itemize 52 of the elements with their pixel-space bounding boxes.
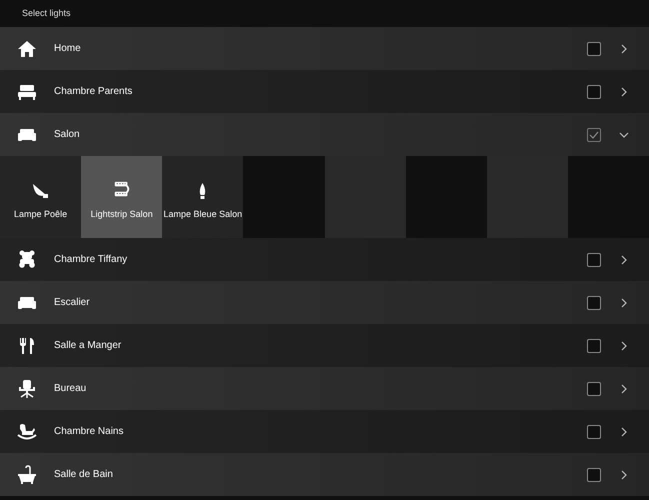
light-tile[interactable]: Lampe Bleue Salon [162, 156, 244, 238]
room-name: Chambre Parents [54, 85, 134, 99]
chevron-right-icon[interactable] [619, 426, 629, 436]
rocking-horse-icon [17, 422, 37, 442]
checkbox[interactable] [587, 468, 601, 482]
chevron-right-icon[interactable] [619, 298, 629, 308]
room-name: Home [54, 42, 82, 56]
chevron-right-icon[interactable] [619, 384, 629, 394]
chevron-right-icon[interactable] [619, 86, 629, 96]
checkbox[interactable] [587, 382, 601, 396]
light-tile[interactable]: Lampe Poêle [0, 156, 82, 238]
chevron-right-icon[interactable] [619, 340, 629, 350]
checkbox[interactable] [587, 128, 601, 142]
page-title: Select lights [22, 6, 71, 20]
checkbox[interactable] [587, 338, 601, 352]
checkbox[interactable] [587, 296, 601, 310]
chevron-right-icon[interactable] [619, 470, 629, 480]
bathtub-icon [17, 464, 37, 484]
room-name: Bureau [54, 382, 88, 396]
room-row[interactable]: Chambre Nains [0, 410, 649, 453]
cutlery-icon [17, 336, 37, 356]
room-name: Escalier [54, 296, 91, 310]
checkbox[interactable] [587, 42, 601, 56]
chevron-right-icon[interactable] [619, 254, 629, 264]
room-row[interactable]: Salle de Bain [0, 453, 649, 496]
dish-lamp-icon [32, 182, 50, 198]
room-row[interactable]: Salon [0, 113, 649, 156]
room-name: Salle a Manger [54, 339, 122, 353]
room-row[interactable]: Salle a Manger [0, 324, 649, 367]
checkbox[interactable] [587, 252, 601, 266]
room-name: Chambre Tiffany [54, 253, 128, 267]
chevron-down-icon[interactable] [619, 130, 629, 140]
light-name: Lampe Poêle [14, 208, 68, 221]
light-name: Lampe Bleue Salon [164, 208, 242, 221]
chevron-right-icon[interactable] [619, 44, 629, 54]
teddy-bear-icon [17, 250, 37, 270]
room-row[interactable]: Bureau [0, 367, 649, 410]
room-row[interactable]: Escalier [0, 281, 649, 324]
light-strip-icon [112, 180, 131, 198]
light-name: Lightstrip Salon [90, 208, 153, 221]
room-name: Salle de Bain [54, 468, 114, 482]
home-icon [17, 38, 37, 58]
room-name: Salon [54, 128, 81, 142]
checkbox[interactable] [587, 84, 601, 98]
office-chair-icon [17, 378, 37, 398]
room-row[interactable]: Home [0, 27, 649, 70]
light-tile[interactable]: Lightstrip Salon [81, 156, 162, 238]
checkbox[interactable] [587, 424, 601, 438]
candle-bulb-icon [199, 182, 206, 198]
room-name: Chambre Nains [54, 425, 124, 439]
room-row[interactable]: Chambre Tiffany [0, 238, 649, 281]
room-row[interactable]: Chambre Parents [0, 70, 649, 113]
